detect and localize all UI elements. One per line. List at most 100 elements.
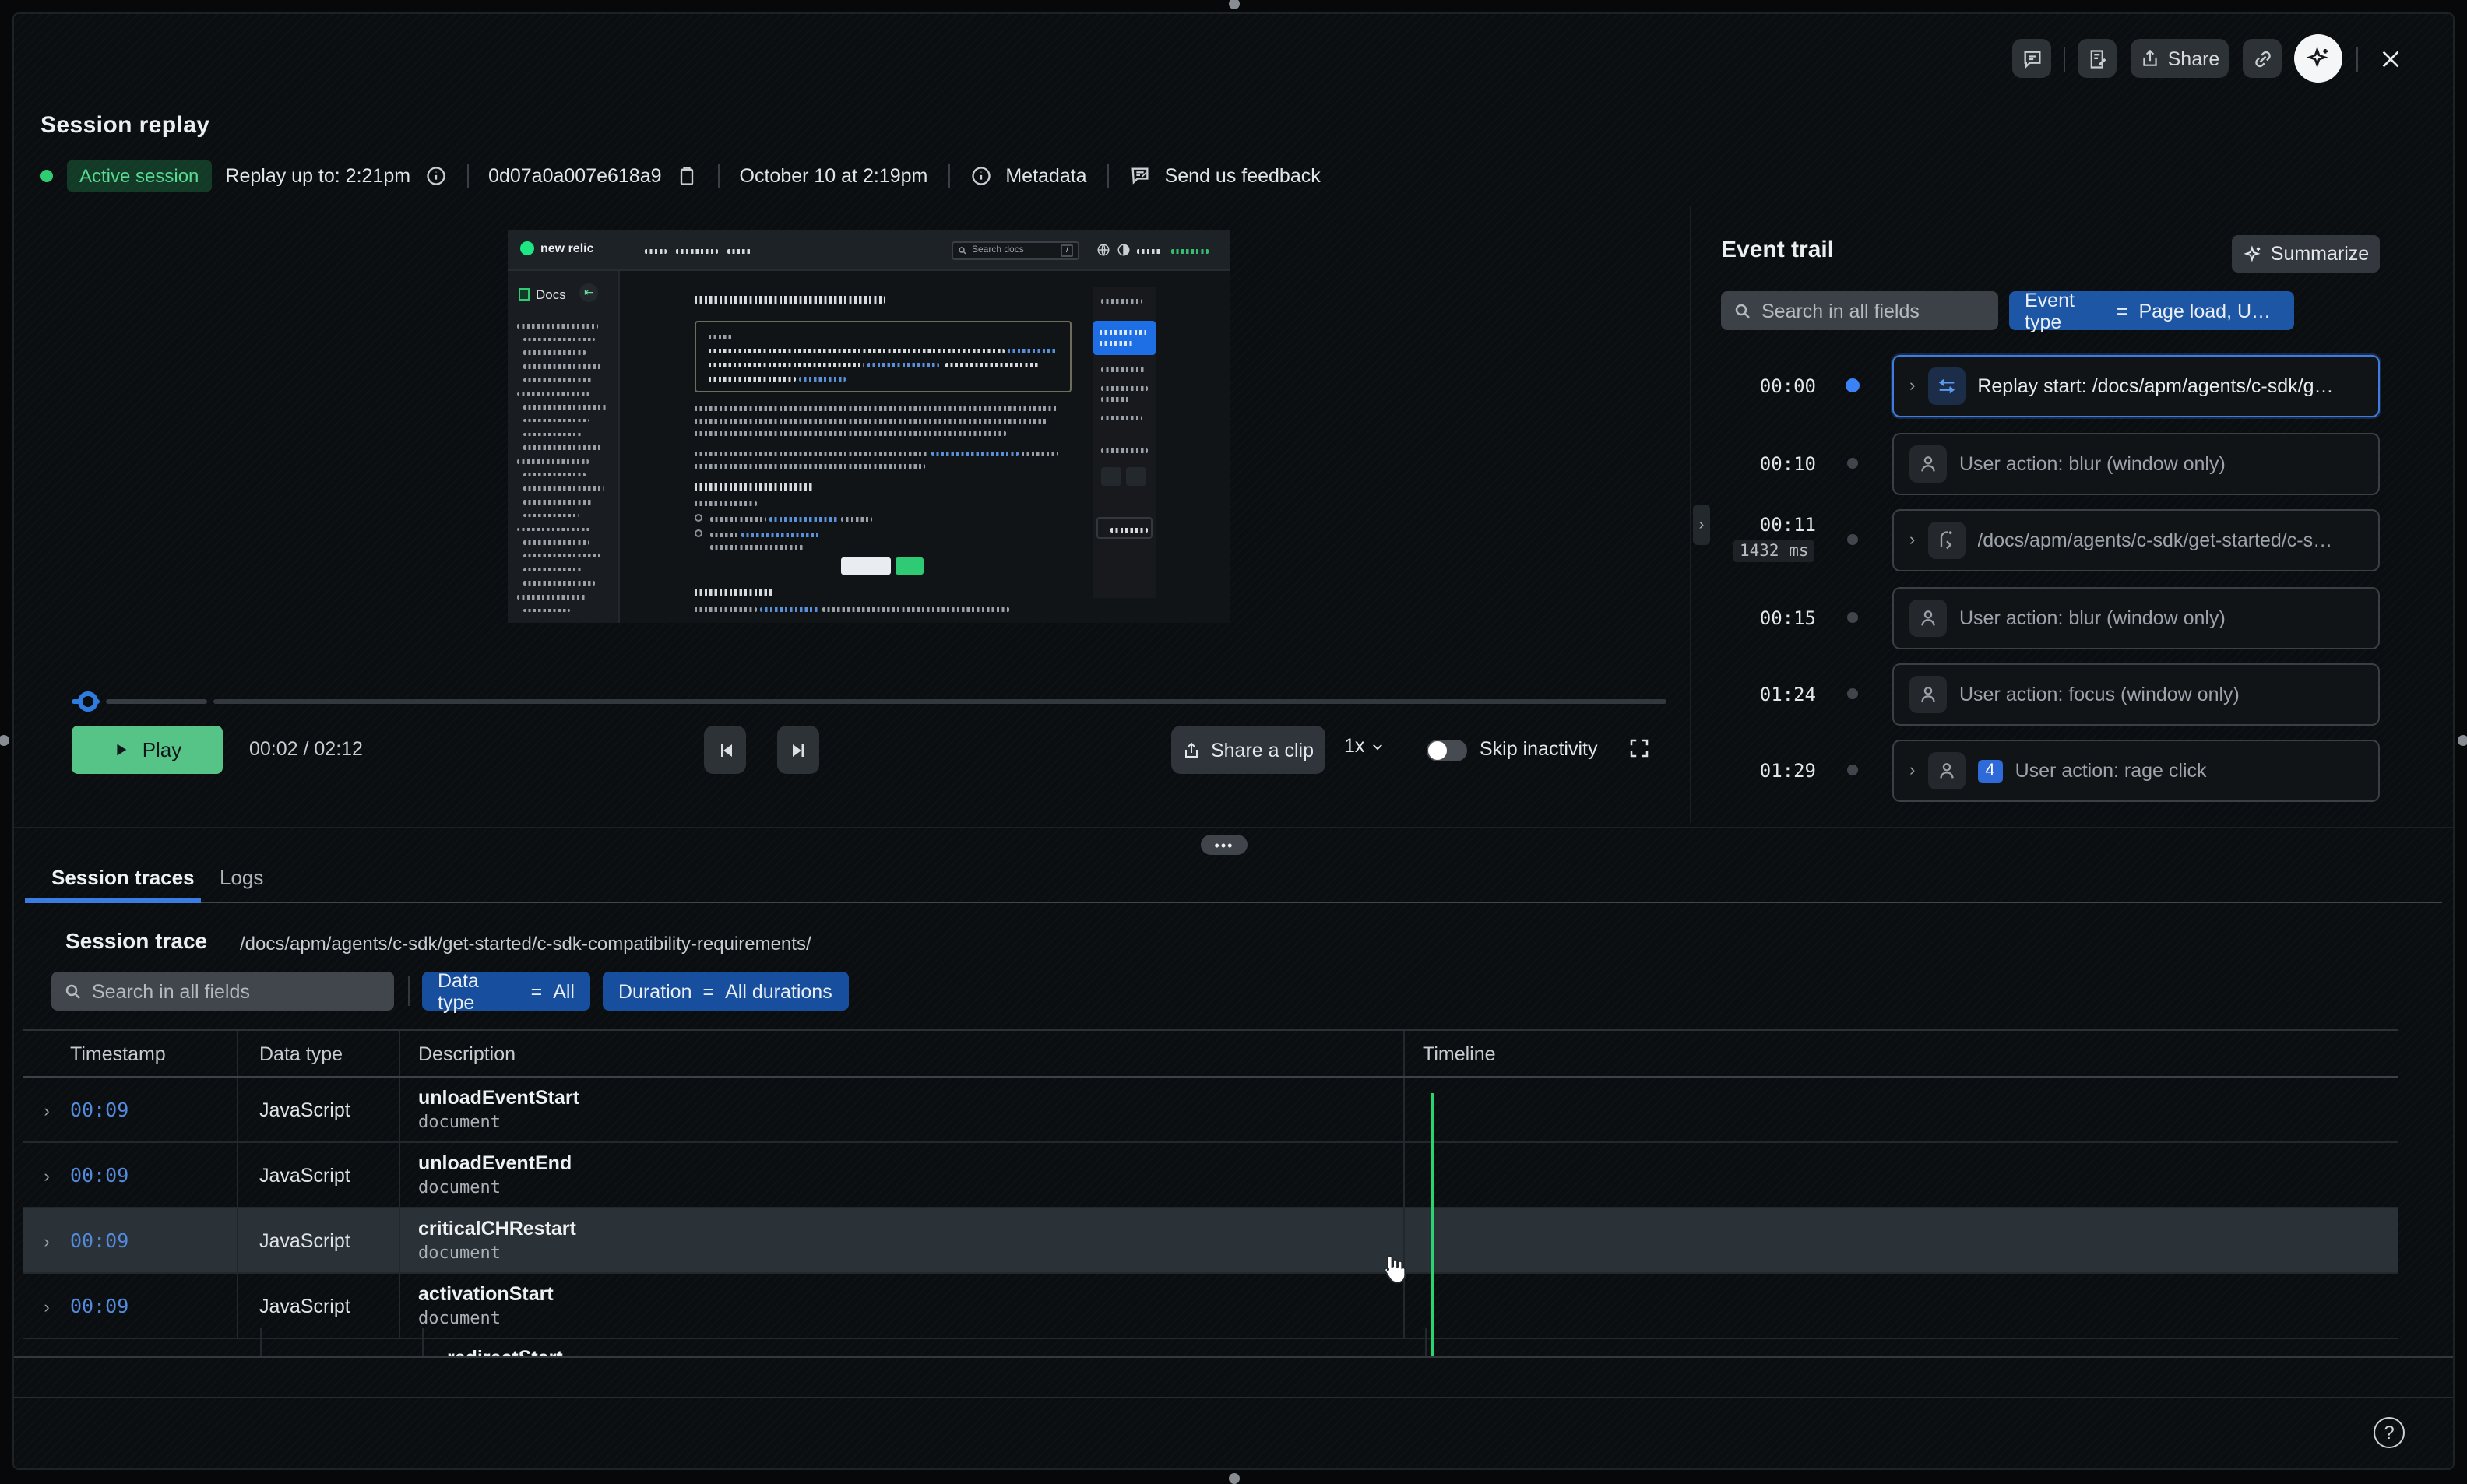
- skip-inactivity-toggle[interactable]: [1427, 740, 1467, 761]
- table-row-hovered[interactable]: › 00:09 JavaScript criticalCHRestart doc…: [23, 1208, 2398, 1273]
- table-row[interactable]: › 00:09 JavaScript unloadEventStart docu…: [23, 1077, 2398, 1142]
- col-timeline[interactable]: Timeline: [1403, 1030, 2398, 1077]
- meta-divider: [718, 163, 720, 188]
- toolbar-divider: [2064, 47, 2065, 72]
- close-button[interactable]: [2370, 39, 2409, 78]
- comment-icon: [2021, 47, 2043, 69]
- tab-logs[interactable]: Logs: [220, 866, 263, 889]
- tab-session-traces[interactable]: Session traces: [51, 866, 195, 889]
- scrubber-segment-1[interactable]: [106, 699, 207, 704]
- share-button[interactable]: Share: [2131, 39, 2229, 78]
- event-label: User action: rage click: [2015, 760, 2207, 782]
- mouse-cursor: [1380, 1254, 1406, 1285]
- play-button[interactable]: Play: [72, 726, 223, 774]
- feedback-link[interactable]: Send us feedback: [1165, 164, 1321, 186]
- event-type-filter-pill[interactable]: Event type = Page load, User…: [2009, 291, 2294, 330]
- scrubber-handle[interactable]: [78, 691, 98, 712]
- event-label: /docs/apm/agents/c-sdk/get-started/c-s…: [1977, 529, 2332, 551]
- event-row-user-blur[interactable]: User action: blur (window only): [1892, 433, 2380, 495]
- sidebar-collapse-icon: ⇤: [579, 283, 598, 302]
- skip-forward-button[interactable]: [777, 726, 819, 774]
- chevron-right-icon[interactable]: ›: [1909, 377, 1915, 396]
- skip-back-button[interactable]: [704, 726, 746, 774]
- active-tab-underline: [25, 898, 201, 902]
- theme-contrast-icon: [1117, 243, 1131, 257]
- event-row-rage-click[interactable]: › 4 User action: rage click: [1892, 740, 2380, 802]
- footer-divider: [14, 1397, 2453, 1398]
- resize-dot-left[interactable]: [0, 735, 9, 746]
- help-button[interactable]: ?: [2374, 1417, 2405, 1448]
- share-clip-button[interactable]: Share a clip: [1171, 726, 1325, 774]
- col-description[interactable]: Description: [399, 1030, 1403, 1077]
- trace-search-input[interactable]: Search in all fields: [51, 972, 394, 1011]
- scrubber-segment-2[interactable]: [213, 699, 1666, 704]
- summarize-button[interactable]: Summarize: [2232, 235, 2380, 273]
- user-icon: [1909, 445, 1947, 483]
- event-row-user-blur[interactable]: User action: blur (window only): [1892, 587, 2380, 649]
- search-placeholder: Search in all fields: [1761, 300, 1920, 322]
- session-id: 0d07a0a007e618a9: [488, 164, 661, 186]
- tab-baseline: [25, 902, 2442, 903]
- sparkle-icon: [2305, 45, 2332, 72]
- browser-sidebar-title: Docs: [536, 287, 566, 302]
- user-icon: [1909, 676, 1947, 713]
- data-type-filter-pill[interactable]: Data type = All: [422, 972, 590, 1011]
- share-icon: [2140, 48, 2160, 69]
- panel-divider: [1690, 206, 1691, 822]
- search-icon: [64, 982, 83, 1000]
- clipboard-icon[interactable]: [676, 164, 698, 186]
- copy-link-button[interactable]: [2243, 39, 2282, 78]
- table-row[interactable]: › 00:09 JavaScript unloadEventEnd docume…: [23, 1142, 2398, 1208]
- search-placeholder: Search in all fields: [92, 980, 250, 1002]
- col-data-type[interactable]: Data type: [237, 1030, 399, 1077]
- event-row-replay-start[interactable]: › Replay start: /docs/apm/agents/c-sdk/g…: [1892, 355, 2380, 417]
- fullscreen-button[interactable]: [1628, 737, 1651, 760]
- metadata-link[interactable]: Metadata: [1005, 164, 1086, 186]
- browser-search-input: Search docs /: [952, 241, 1079, 260]
- event-label: User action: blur (window only): [1959, 607, 2226, 629]
- resize-dot-right[interactable]: [2458, 735, 2467, 746]
- fullscreen-icon: [1628, 737, 1651, 760]
- toc-active-item: [1093, 321, 1156, 355]
- session-date: October 10 at 2:19pm: [740, 164, 928, 186]
- row-expand-icon[interactable]: ›: [44, 1102, 49, 1120]
- close-icon: [2377, 46, 2402, 71]
- browser-toc: [1093, 287, 1156, 598]
- event-time: 00:11: [1719, 514, 1816, 536]
- chevron-right-icon[interactable]: ›: [1909, 761, 1915, 780]
- browser-secondary-button: [841, 557, 891, 575]
- event-trail-search-input[interactable]: Search in all fields: [1721, 291, 1998, 330]
- row-expand-icon[interactable]: ›: [44, 1233, 49, 1251]
- share-button-label: Share: [2168, 47, 2220, 69]
- playback-speed-dropdown[interactable]: 1x: [1344, 735, 1385, 757]
- page-navigate-icon: [1927, 522, 1965, 559]
- row-expand-icon[interactable]: ›: [44, 1298, 49, 1317]
- col-timestamp[interactable]: Timestamp: [70, 1030, 237, 1077]
- play-icon: [113, 741, 130, 758]
- resize-drag-handle[interactable]: •••: [1201, 835, 1248, 855]
- resize-dot-top[interactable]: [1229, 0, 1240, 9]
- event-row-page-load[interactable]: › /docs/apm/agents/c-sdk/get-started/c-s…: [1892, 509, 2380, 571]
- ai-assistant-button[interactable]: [2294, 34, 2342, 83]
- docs-icon: [519, 288, 530, 301]
- comments-button[interactable]: [2012, 39, 2051, 78]
- replay-video-frame[interactable]: new relic Search docs / Docs: [508, 230, 1230, 623]
- event-time: 00:10: [1719, 453, 1816, 475]
- row-expand-icon[interactable]: ›: [44, 1167, 49, 1186]
- link-icon: [2251, 47, 2273, 69]
- feedback-icon: [1129, 164, 1151, 186]
- duration-filter-pill[interactable]: Duration = All durations: [603, 972, 849, 1011]
- event-label: User action: blur (window only): [1959, 453, 2226, 475]
- notes-button[interactable]: [2078, 39, 2117, 78]
- info-icon[interactable]: [424, 164, 446, 186]
- event-dot: [1847, 534, 1858, 545]
- user-icon: [1927, 752, 1965, 789]
- chevron-right-icon[interactable]: ›: [1909, 531, 1915, 550]
- section-divider: [14, 827, 2453, 828]
- meta-divider: [1107, 163, 1109, 188]
- event-trail-title: Event trail: [1721, 237, 1834, 263]
- event-row-user-focus[interactable]: User action: focus (window only): [1892, 663, 2380, 726]
- event-trail-collapse-handle[interactable]: ›: [1693, 505, 1710, 545]
- event-duration: 1432 ms: [1733, 540, 1815, 562]
- skip-forward-icon: [789, 740, 808, 759]
